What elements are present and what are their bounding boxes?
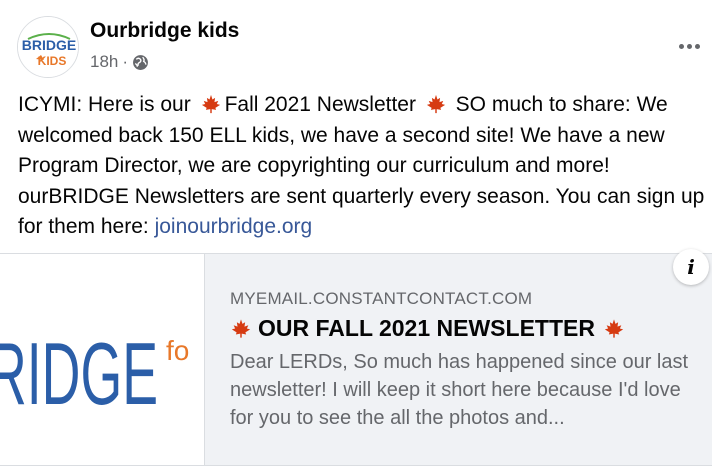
globe-icon[interactable] <box>132 54 149 71</box>
ourbridge-logo: BRIDGE KIDS <box>18 17 78 77</box>
meta-separator: · <box>122 52 129 71</box>
more-dot <box>678 43 684 49</box>
preview-logo-sub: fo <box>166 335 189 366</box>
svg-text:KIDS: KIDS <box>38 54 67 68</box>
link-preview-info: MYEMAIL.CONSTANTCONTACT.COM OUR FALL 202… <box>205 254 712 465</box>
post-text: ICYMI: Here is our Fall 2021 Newsletter … <box>18 90 706 243</box>
page-avatar[interactable]: BRIDGE KIDS <box>17 16 79 78</box>
link-preview-image: RIDGE fo <box>0 254 205 465</box>
link-domain: MYEMAIL.CONSTANTCONTACT.COM <box>230 289 533 308</box>
more-options-button[interactable] <box>674 31 704 61</box>
post-meta: 18h · <box>90 52 149 72</box>
post-text-part1: ICYMI: Here is our <box>18 93 191 116</box>
preview-logo-text: RIDGE <box>0 324 158 423</box>
more-dot <box>686 43 692 49</box>
maple-leaf-icon <box>604 319 624 338</box>
link-description: Dear LERDs, So much has happened since o… <box>230 351 689 429</box>
svg-text:BRIDGE: BRIDGE <box>22 37 76 53</box>
maple-leaf-icon <box>231 319 251 338</box>
maple-leaf-icon <box>426 94 445 114</box>
info-button[interactable]: i <box>673 249 709 285</box>
post-text-part2: Fall 2021 Newsletter <box>224 93 416 116</box>
link-preview-card[interactable]: RIDGE fo MYEMAIL.CONSTANTCONTACT.COM OUR… <box>0 253 712 466</box>
preview-logo-crop: RIDGE fo <box>0 324 189 423</box>
more-dot <box>694 43 700 49</box>
facebook-post: BRIDGE KIDS Ourbridge kids 18h · ICYMI: … <box>0 0 712 473</box>
link-headline: OUR FALL 2021 NEWSLETTER <box>230 315 625 342</box>
post-link[interactable]: joinourbridge.org <box>155 215 313 238</box>
link-headline-text: OUR FALL 2021 NEWSLETTER <box>258 315 595 341</box>
post-timestamp[interactable]: 18h <box>90 52 118 72</box>
maple-leaf-icon <box>201 94 220 114</box>
page-name-link[interactable]: Ourbridge kids <box>90 19 239 43</box>
